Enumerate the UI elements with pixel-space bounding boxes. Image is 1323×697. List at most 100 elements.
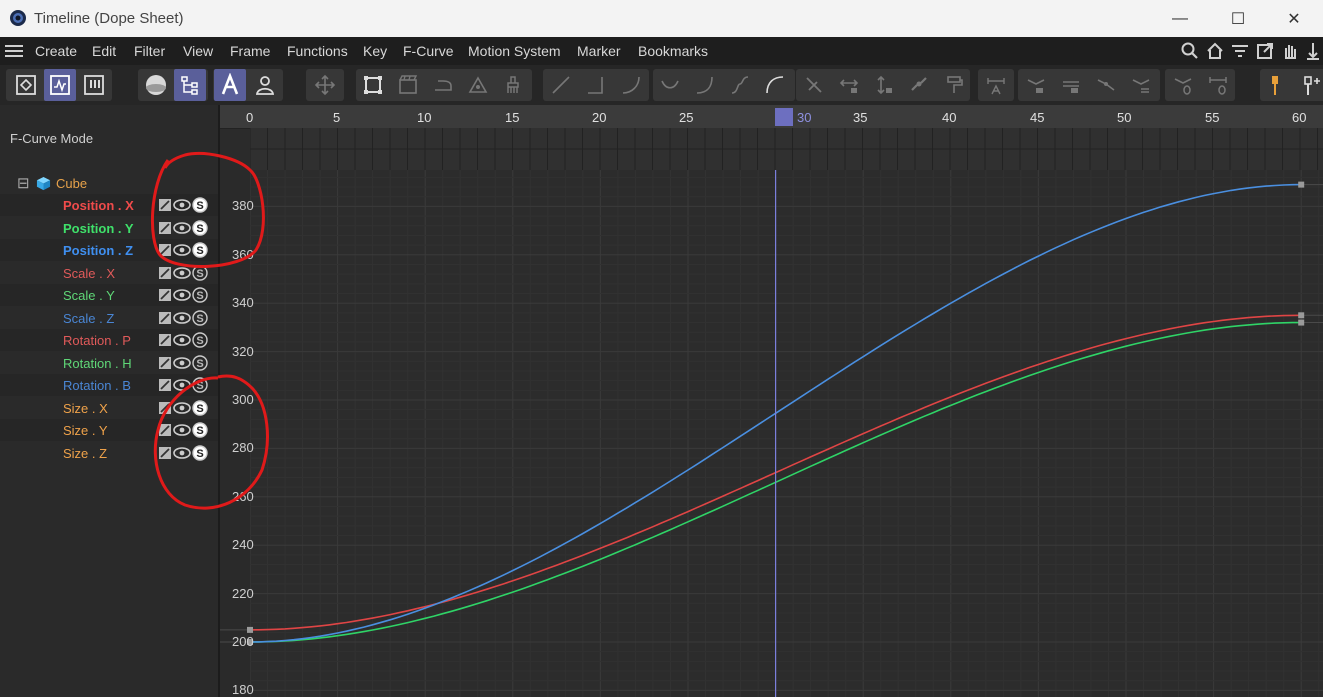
keyframe-point[interactable] — [247, 626, 253, 633]
menu-motion-system[interactable]: Motion System — [468, 43, 561, 59]
menu-key[interactable]: Key — [363, 43, 387, 59]
clamp-lock-button[interactable] — [1020, 69, 1052, 101]
pin-icon[interactable] — [1303, 41, 1323, 61]
open-window-icon[interactable] — [1255, 41, 1275, 61]
menu-edit[interactable]: Edit — [92, 43, 116, 59]
search-icon[interactable] — [1180, 41, 1200, 61]
close-button[interactable]: ✕ — [1265, 0, 1323, 37]
keyframe-point[interactable] — [1298, 319, 1305, 326]
user-mode-button[interactable] — [249, 69, 281, 101]
visibility-eye-icon[interactable] — [173, 334, 191, 346]
maximize-button[interactable]: ☐ — [1209, 0, 1267, 37]
frame-ruler[interactable]: 0 5 10 15 20 25 30 35 40 45 50 55 60 — [220, 105, 1323, 129]
solo-icon[interactable]: S — [192, 422, 208, 438]
visibility-eye-icon[interactable] — [173, 446, 191, 459]
collapse-toggle-icon[interactable]: ⊟ — [17, 174, 30, 192]
edit-pencil-icon[interactable] — [159, 221, 171, 234]
track-row[interactable]: Size . X S — [0, 397, 218, 419]
solo-icon[interactable]: S — [192, 309, 208, 326]
solo-icon[interactable]: S — [192, 197, 208, 213]
track-row[interactable]: Position . Y S — [0, 217, 218, 239]
keyframe-point[interactable] — [1298, 312, 1305, 319]
solo-icon[interactable]: S — [192, 219, 208, 236]
f-curve-mode-button[interactable] — [44, 69, 76, 101]
track-row[interactable]: Size . Z S — [0, 442, 218, 464]
track-row[interactable]: Size . Y S — [0, 419, 218, 441]
edit-pencil-icon[interactable] — [159, 311, 171, 324]
edit-pencil-icon[interactable] — [159, 244, 171, 256]
lock-value-button[interactable] — [868, 69, 900, 101]
edit-pencil-icon[interactable] — [159, 356, 171, 369]
visibility-eye-icon[interactable] — [173, 311, 191, 324]
break-tangent-button[interactable] — [903, 69, 935, 101]
reduce-keys-button[interactable] — [462, 69, 494, 101]
step-button[interactable] — [580, 69, 612, 101]
zero-angle-button[interactable] — [1167, 69, 1199, 101]
zero-length-button[interactable] — [1202, 69, 1234, 101]
menu-filter[interactable]: Filter — [134, 43, 165, 59]
ease-ease-button[interactable] — [724, 69, 756, 101]
home-icon[interactable] — [1205, 41, 1225, 61]
hand-icon[interactable] — [1280, 41, 1300, 61]
solo-icon[interactable]: S — [192, 242, 208, 258]
track-row[interactable]: Scale . X S — [0, 262, 218, 284]
edit-pencil-icon[interactable] — [159, 401, 171, 414]
dope-sheet-mode-button[interactable] — [10, 69, 42, 101]
ease-button[interactable] — [615, 69, 647, 101]
keyframe-point[interactable] — [1298, 181, 1305, 188]
edit-pencil-icon[interactable] — [159, 199, 171, 211]
visibility-eye-icon[interactable] — [173, 356, 191, 369]
solo-icon[interactable]: S — [192, 399, 208, 416]
visibility-eye-icon[interactable] — [173, 266, 191, 279]
visibility-eye-icon[interactable] — [173, 221, 191, 234]
menu-functions[interactable]: Functions — [287, 43, 348, 59]
solo-icon[interactable]: S — [192, 287, 208, 303]
track-row[interactable]: Rotation . B S — [0, 374, 218, 396]
brush-button[interactable] — [497, 69, 529, 101]
edit-pencil-icon[interactable] — [159, 446, 171, 459]
edit-pencil-icon[interactable] — [159, 424, 171, 436]
f-curve-graph[interactable] — [220, 170, 1323, 697]
mute-button[interactable] — [798, 69, 830, 101]
auto-tangent-button[interactable] — [980, 69, 1012, 101]
edit-pencil-icon[interactable] — [159, 334, 171, 346]
menu-f-curve[interactable]: F-Curve — [403, 43, 454, 59]
solo-icon[interactable]: S — [192, 377, 208, 393]
solo-icon[interactable]: S — [192, 444, 208, 461]
hamburger-menu-icon[interactable] — [5, 43, 23, 59]
solo-icon[interactable]: S — [192, 354, 208, 371]
tangent-slope-button[interactable] — [1090, 69, 1122, 101]
visibility-eye-icon[interactable] — [173, 401, 191, 414]
hierarchy-view-button[interactable] — [174, 69, 206, 101]
key-summary-strip[interactable] — [249, 128, 1323, 170]
visibility-eye-icon[interactable] — [173, 244, 191, 256]
menu-frame[interactable]: Frame — [230, 43, 270, 59]
menu-marker[interactable]: Marker — [577, 43, 621, 59]
track-row[interactable]: Rotation . P S — [0, 329, 218, 351]
object-row-cube[interactable]: ⊟ Cube — [0, 172, 218, 194]
track-row[interactable]: Position . X S — [0, 194, 218, 216]
visibility-eye-icon[interactable] — [173, 379, 191, 391]
solo-icon[interactable]: S — [192, 264, 208, 281]
lock-time-button[interactable] — [833, 69, 865, 101]
clapboard-button[interactable] — [392, 69, 424, 101]
tangent-equal-button[interactable] — [1125, 69, 1157, 101]
solo-icon[interactable]: S — [192, 332, 208, 348]
add-marker-button[interactable] — [1294, 69, 1323, 101]
current-frame-marker[interactable] — [775, 108, 793, 126]
attribute-mode-button[interactable] — [214, 69, 246, 101]
minimize-button[interactable]: — — [1151, 0, 1209, 37]
zero-length-lock-button[interactable] — [1055, 69, 1087, 101]
frame-all-button[interactable] — [357, 69, 389, 101]
menu-create[interactable]: Create — [35, 43, 77, 59]
ease-in-button[interactable] — [654, 69, 686, 101]
edit-pencil-icon[interactable] — [159, 379, 171, 391]
filter-icon[interactable] — [1230, 41, 1250, 61]
motion-mode-button[interactable] — [78, 69, 110, 101]
track-row[interactable]: Scale . Z S — [0, 307, 218, 329]
move-tool-button[interactable] — [309, 69, 341, 101]
linear-button[interactable] — [545, 69, 577, 101]
track-row[interactable]: Scale . Y S — [0, 284, 218, 306]
track-row[interactable]: Position . Z S — [0, 239, 218, 261]
sphere-view-button[interactable] — [140, 69, 172, 101]
